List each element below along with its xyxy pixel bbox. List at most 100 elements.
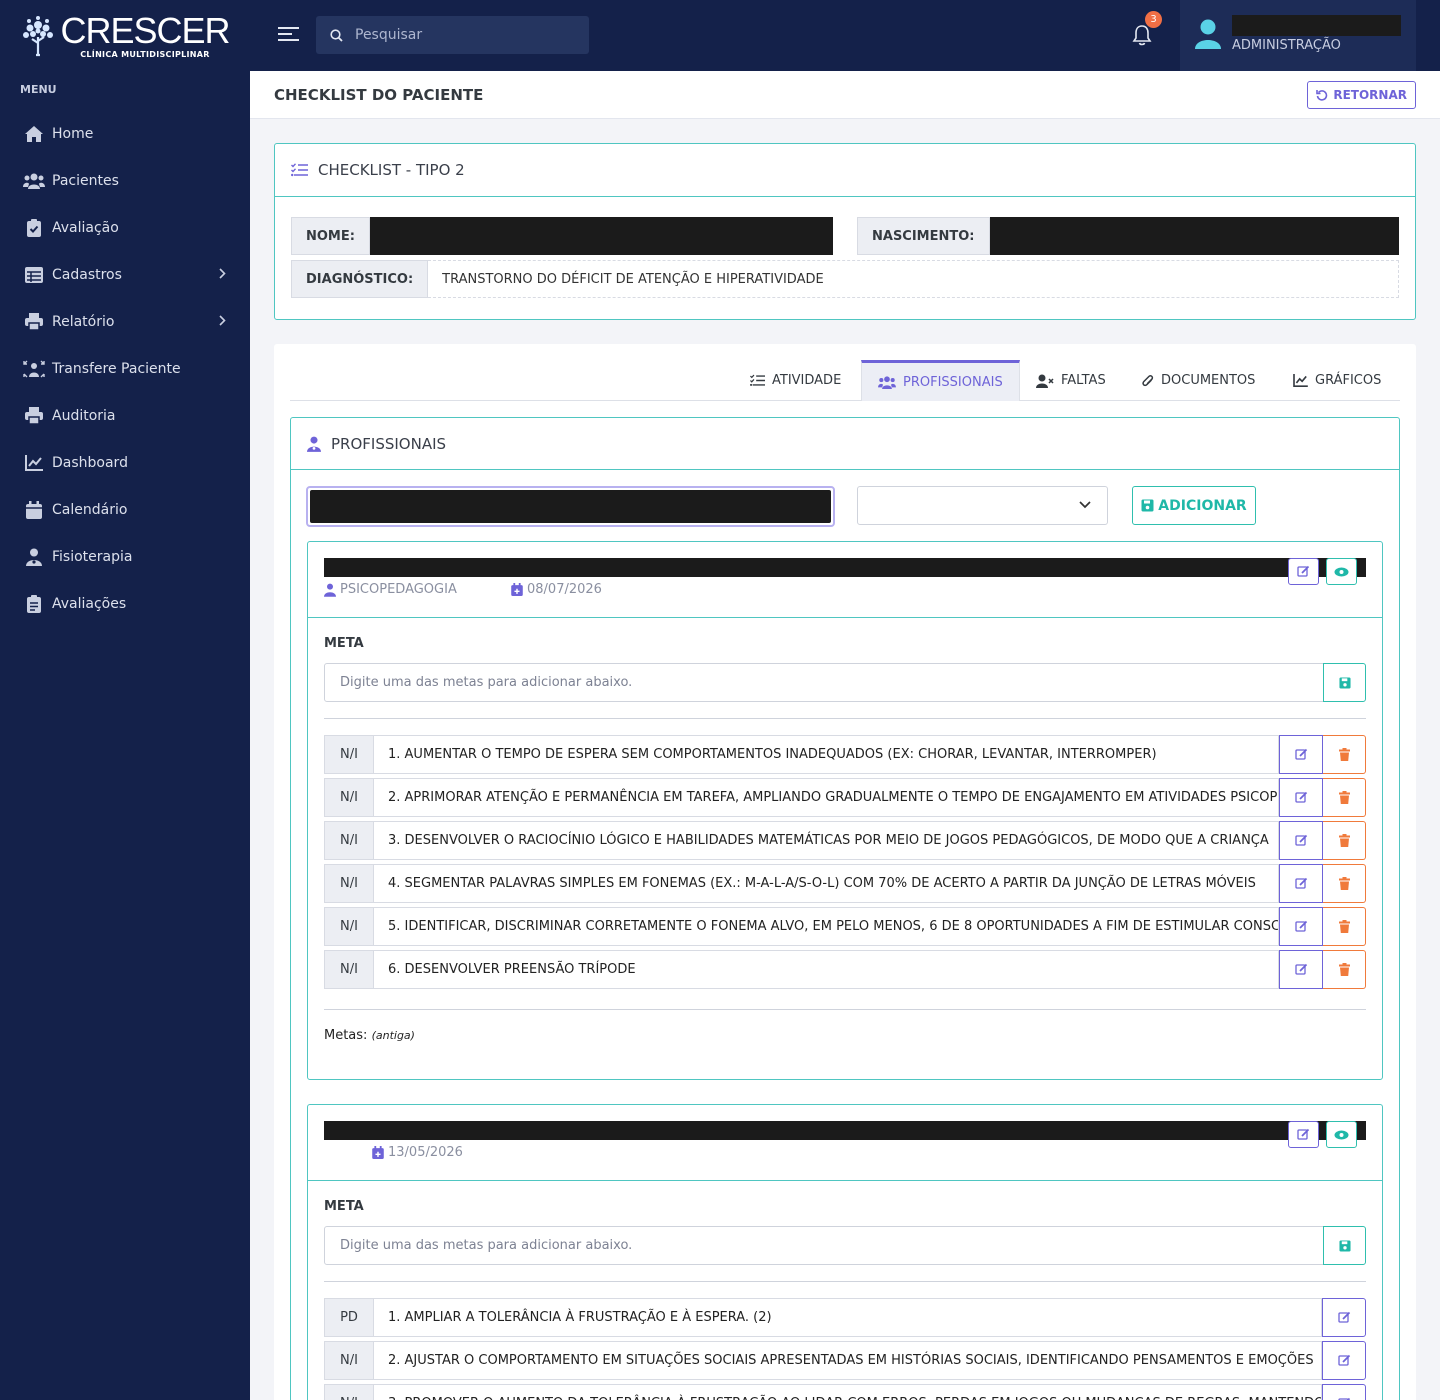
delete-goal-button[interactable] (1323, 864, 1366, 903)
toggle-visibility-button[interactable] (1326, 1121, 1357, 1148)
goal-text: 1. AMPLIAR A TOLERÂNCIA À FRUSTRAÇÃO E À… (374, 1298, 1322, 1337)
card-divider (308, 617, 1382, 618)
brand-logo[interactable]: CRESCER CLÍNICA MULTIDISCIPLINAR (0, 0, 250, 71)
sidebar-item-pacientes[interactable]: Pacientes (0, 157, 250, 204)
user-doctor-icon (23, 546, 45, 568)
goal-status[interactable]: N/I (324, 1384, 374, 1400)
delete-goal-button[interactable] (1323, 821, 1366, 860)
goal-status[interactable]: N/I (324, 1341, 374, 1380)
professional-name-redacted (324, 1121, 1366, 1140)
return-button[interactable]: RETORNAR (1307, 81, 1416, 109)
goal-status[interactable]: N/I (324, 907, 374, 946)
hamburger-menu-icon[interactable] (278, 26, 299, 42)
chart-line-icon (23, 452, 45, 474)
patient-card-title: CHECKLIST - TIPO 2 (318, 161, 465, 179)
goal-row: N/I 4. SEGMENTAR PALAVRAS SIMPLES EM FON… (324, 864, 1366, 903)
trash-icon (1338, 791, 1350, 804)
specialty-select[interactable] (857, 486, 1108, 525)
edit-goal-button[interactable] (1322, 1341, 1366, 1380)
user-avatar-icon (1195, 19, 1221, 49)
edit-professional-button[interactable] (1288, 1121, 1319, 1148)
user-doctor-icon (324, 583, 336, 597)
save-meta-button[interactable] (1323, 1226, 1366, 1265)
search-input[interactable]: Pesquisar (316, 16, 589, 54)
professionals-header: PROFISSIONAIS (291, 418, 1399, 470)
floppy-disk-icon (1338, 1239, 1351, 1252)
edit-goal-button[interactable] (1279, 821, 1323, 860)
delete-goal-button[interactable] (1323, 735, 1366, 774)
sidebar-item-calendario[interactable]: Calendário (0, 486, 250, 533)
sidebar-item-avaliacoes[interactable]: Avaliações (0, 580, 250, 627)
diagnosis-label: DIAGNÓSTICO: (291, 260, 429, 298)
edit-goal-button[interactable] (1322, 1298, 1366, 1337)
goal-text: 1. AUMENTAR O TEMPO DE ESPERA SEM COMPOR… (374, 735, 1279, 774)
tree-logo-icon (23, 15, 54, 56)
tab-faltas[interactable]: FALTAS (1020, 360, 1122, 401)
sidebar-item-auditoria[interactable]: Auditoria (0, 392, 250, 439)
sidebar-item-label: Avaliações (52, 595, 127, 612)
meta-input[interactable]: Digite uma das metas para adicionar abai… (324, 663, 1324, 702)
edit-icon (1294, 877, 1307, 889)
edit-professional-button[interactable] (1288, 558, 1319, 585)
edit-goal-button[interactable] (1279, 864, 1323, 903)
chevron-down-icon (1079, 501, 1091, 509)
tab-atividade[interactable]: ATIVIDADE (734, 360, 857, 401)
name-field: NOME: (291, 217, 833, 255)
sidebar-item-relatorio[interactable]: Relatório (0, 298, 250, 345)
toggle-visibility-button[interactable] (1326, 558, 1357, 585)
edit-goal-button[interactable] (1279, 735, 1323, 774)
edit-goal-button[interactable] (1322, 1384, 1366, 1400)
goal-status[interactable]: N/I (324, 778, 374, 817)
goal-text: 2. APRIMORAR ATENÇÃO E PERMANÊNCIA EM TA… (374, 778, 1279, 817)
goal-status[interactable]: N/I (324, 821, 374, 860)
edit-goal-button[interactable] (1279, 950, 1323, 989)
calendar-icon (23, 499, 45, 521)
sidebar-item-home[interactable]: Home (0, 110, 250, 157)
table-icon (23, 264, 45, 286)
goal-row: N/I 2. APRIMORAR ATENÇÃO E PERMANÊNCIA E… (324, 778, 1366, 817)
goal-status[interactable]: N/I (324, 864, 374, 903)
tab-graficos[interactable]: GRÁFICOS (1277, 360, 1397, 401)
return-label: RETORNAR (1333, 88, 1407, 102)
save-meta-button[interactable] (1323, 663, 1366, 702)
calendar-plus-icon (511, 583, 523, 596)
sidebar-item-label: Transfere Paciente (52, 360, 181, 377)
delete-goal-button[interactable] (1323, 778, 1366, 817)
sidebar-item-dashboard[interactable]: Dashboard (0, 439, 250, 486)
goal-status[interactable]: N/I (324, 735, 374, 774)
edit-goal-button[interactable] (1279, 778, 1323, 817)
goal-status[interactable]: N/I (324, 950, 374, 989)
goal-status[interactable]: PD (324, 1298, 374, 1337)
meta-placeholder: Digite uma das metas para adicionar abai… (340, 675, 633, 690)
user-menu[interactable]: ADMINISTRAÇÃO (1180, 0, 1416, 71)
tab-profissionais[interactable]: PROFISSIONAIS (861, 360, 1020, 401)
eye-icon (1334, 567, 1349, 576)
professional-date: 13/05/2026 (372, 1145, 463, 1160)
user-name-redacted (1232, 15, 1401, 36)
sidebar-item-cadastros[interactable]: Cadastros (0, 251, 250, 298)
edit-icon (1297, 1128, 1310, 1140)
add-professional-button[interactable]: ADICIONAR (1132, 486, 1256, 525)
page-header: CHECKLIST DO PACIENTE RETORNAR (250, 71, 1440, 119)
sidebar-item-transfere-paciente[interactable]: Transfere Paciente (0, 345, 250, 392)
delete-goal-button[interactable] (1323, 907, 1366, 946)
sidebar-item-label: Avaliação (52, 219, 119, 236)
professional-select-redacted[interactable] (306, 486, 835, 527)
old-metas-label: Metas: (antiga) (324, 1028, 415, 1043)
clipboard-list-icon (23, 593, 45, 615)
topbar: Pesquisar 3 ADMINISTRAÇÃO (250, 0, 1440, 71)
sidebar-item-avaliacao[interactable]: Avaliação (0, 204, 250, 251)
sidebar-item-label: Fisioterapia (52, 548, 133, 565)
professional-card: 13/05/2026 META Digite uma das metas par… (307, 1104, 1383, 1400)
tab-documentos[interactable]: DOCUMENTOS (1126, 360, 1271, 401)
bell-icon[interactable] (1132, 24, 1152, 46)
edit-icon (1294, 834, 1307, 846)
floppy-disk-icon (1338, 676, 1351, 689)
goal-text: 5. IDENTIFICAR, DISCRIMINAR CORRETAMENTE… (374, 907, 1279, 946)
professional-name-redacted (324, 558, 1366, 577)
meta-input[interactable]: Digite uma das metas para adicionar abai… (324, 1226, 1324, 1265)
trash-icon (1338, 834, 1350, 847)
edit-goal-button[interactable] (1279, 907, 1323, 946)
sidebar-item-fisioterapia[interactable]: Fisioterapia (0, 533, 250, 580)
delete-goal-button[interactable] (1323, 950, 1366, 989)
